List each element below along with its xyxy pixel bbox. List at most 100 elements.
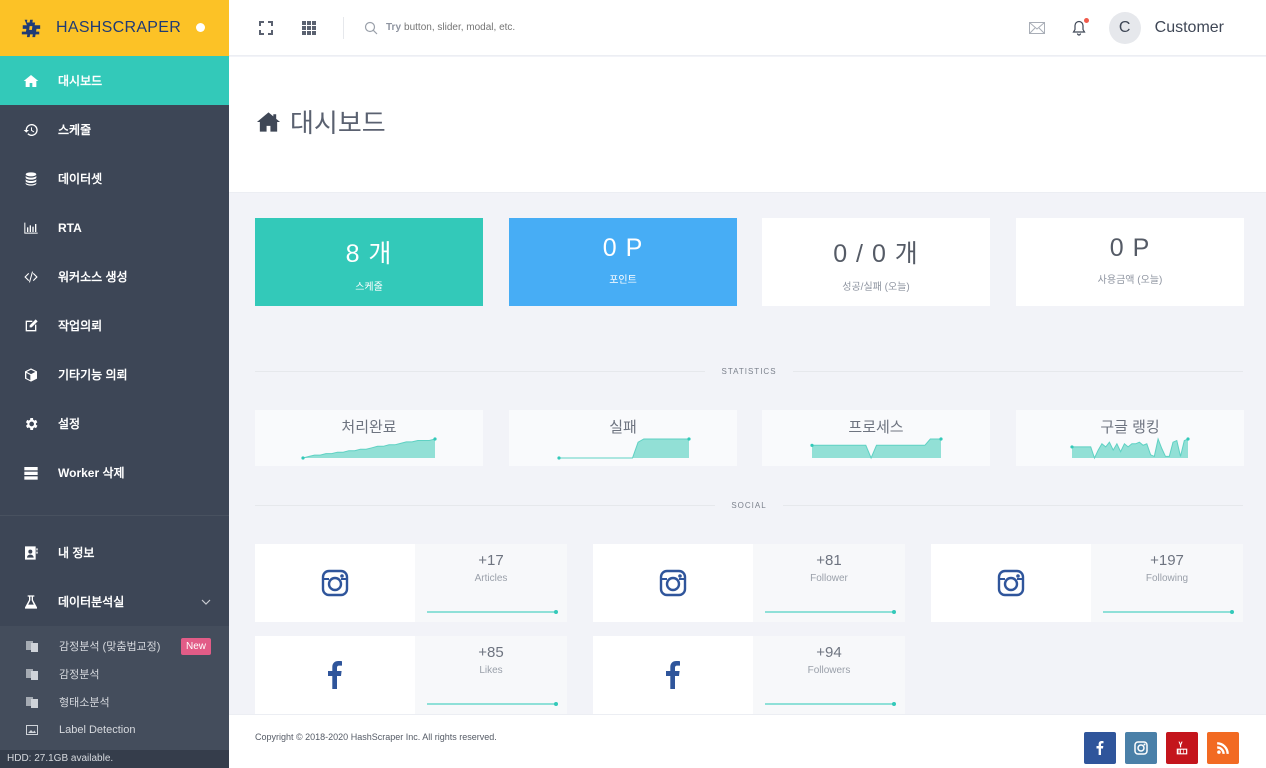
avatar[interactable]: C [1108,11,1141,44]
social-value: +197 [1150,552,1184,569]
flask-icon [22,593,40,611]
stat-card-points[interactable]: 0 P 포인트 [509,218,737,306]
social-value: +17 [478,552,504,569]
home-icon [256,111,281,132]
sparkline-point [810,443,814,447]
social-progress-bar [427,610,558,614]
stat-card-success-fail[interactable]: 0 / 0 개 성공/실패 (오늘) [762,218,990,306]
social-label: Following [1145,573,1189,584]
submenu-item-sentiment[interactable]: 감정분석 [0,660,229,688]
sidebar-item-my-info[interactable]: 내 정보 [0,528,229,577]
sidebar-item-rta[interactable]: RTA [0,203,229,252]
sidebar-item-label: RTA [58,220,82,235]
server-icon [22,464,40,482]
stat-value: 0 P [602,234,644,262]
sparkline-card-google-ranking[interactable]: 구글 랭킹 [1016,410,1244,466]
sidebar-item-worker-source[interactable]: 워커소스 생성 [0,252,229,301]
social-card-instagram-follower[interactable]: +81 Follower [593,544,905,622]
sidebar-item-label: 내 정보 [58,546,95,560]
page-header: 대시보드 [229,57,1266,193]
sidebar-item-schedule[interactable]: 스케줄 [0,105,229,154]
chevron-down-icon[interactable] [201,597,211,607]
sidebar-item-worker-delete[interactable]: Worker 삭제 [0,448,229,497]
sparkline-card-failed[interactable]: 실패 [509,410,737,466]
sparkline-point [433,437,437,441]
footer-facebook-button[interactable] [1084,732,1116,764]
social-card-facebook-likes[interactable]: +85 Likes [255,636,567,714]
instagram-icon [659,569,687,597]
social-value: +81 [816,552,842,569]
footer-youtube-button[interactable] [1166,732,1198,764]
social-value: +94 [816,644,842,661]
sparkline-point [687,437,691,441]
stat-card-usage[interactable]: 0 P 사용금액 (오늘) [1016,218,1244,306]
fullscreen-icon[interactable] [258,20,274,36]
submenu-item-label: Label Detection [59,724,136,736]
brand-header[interactable]: HASHSCRAPER [0,0,229,56]
sparkline-title: 프로세스 [848,419,904,436]
sidebar-item-label: Worker 삭제 [58,466,125,480]
social-value: +85 [478,644,504,661]
hashscraper-logo-icon [21,19,41,38]
submenu-item-sentiment-spellcheck[interactable]: 감정분석 (맞춤법교정) New [0,632,229,660]
sparkline-card-process[interactable]: 프로세스 [762,410,990,466]
data-lab-submenu: 감정분석 (맞춤법교정) New 감정분석 형태소분석 Label Detect… [0,626,229,754]
sparkline-title: 구글 랭킹 [1100,419,1160,436]
social-progress-bar [1103,610,1234,614]
sidebar-item-label: 데이터분석실 [58,595,125,609]
sidebar: HASHSCRAPER 대시보드 스케줄 데이터셋 RTA 워커소스 생성 작업… [0,0,229,768]
database-icon [22,170,40,188]
social-card-instagram-articles[interactable]: +17 Articles [255,544,567,622]
mail-icon[interactable] [1028,20,1045,36]
search-icon [364,21,378,34]
bar-chart-icon [22,219,40,237]
social-progress-bar [427,702,558,706]
sparkline-title: 처리완료 [341,419,397,436]
status-dot [196,23,205,32]
section-title-statistics: STATISTICS [721,366,777,376]
statistics-divider: STATISTICS [255,365,1244,377]
facebook-icon [1096,741,1104,755]
social-divider: SOCIAL [255,499,1243,511]
sidebar-item-dataset[interactable]: 데이터셋 [0,154,229,203]
social-card-instagram-following[interactable]: +197 Following [931,544,1243,622]
section-title-social: SOCIAL [731,500,767,510]
sidebar-item-label: 대시보드 [58,74,103,88]
sidebar-item-other-request[interactable]: 기타기능 의뢰 [0,350,229,399]
home-icon [22,72,40,90]
history-icon [22,121,40,139]
sparkline-point [557,456,561,460]
topbar-divider [343,16,344,39]
brand-name: HASHSCRAPER [56,19,182,36]
facebook-icon [666,661,680,689]
sparkline-point [301,456,305,460]
submenu-item-label: 감정분석 [59,669,100,681]
sidebar-item-job-request[interactable]: 작업의뢰 [0,301,229,350]
footer-instagram-button[interactable] [1125,732,1157,764]
submenu-item-morpheme[interactable]: 형태소분석 [0,688,229,716]
sparkline-card-completed[interactable]: 처리완료 [255,410,483,466]
user-name[interactable]: Customer [1155,19,1224,37]
submenu-item-label: 형태소분석 [59,697,110,709]
sidebar-item-dashboard[interactable]: 대시보드 [0,56,229,105]
search-try-label: Try [386,22,402,33]
social-card-facebook-followers[interactable]: +94 Followers [593,636,905,714]
sparkline-chart [1070,437,1190,460]
stat-value: 8 개 [345,240,393,268]
sidebar-item-label: 스케줄 [58,123,92,137]
sidebar-item-data-lab[interactable]: 데이터분석실 [0,577,229,626]
bell-icon[interactable] [1071,17,1089,36]
sidebar-item-settings[interactable]: 설정 [0,399,229,448]
stat-value: 0 / 0 개 [833,240,919,268]
stat-card-schedule[interactable]: 8 개 스케줄 [255,218,483,306]
apps-grid-icon[interactable] [301,20,317,36]
sparkline-chart [301,437,437,460]
search-input[interactable] [404,22,665,33]
submenu-item-label-detection[interactable]: Label Detection [0,716,229,744]
sparkline-area [559,439,689,458]
sidebar-divider [0,515,229,516]
search-bar[interactable]: Try [364,21,665,35]
footer-rss-button[interactable] [1207,732,1239,764]
social-label: Articles [474,573,508,584]
translate-icon [26,696,38,708]
